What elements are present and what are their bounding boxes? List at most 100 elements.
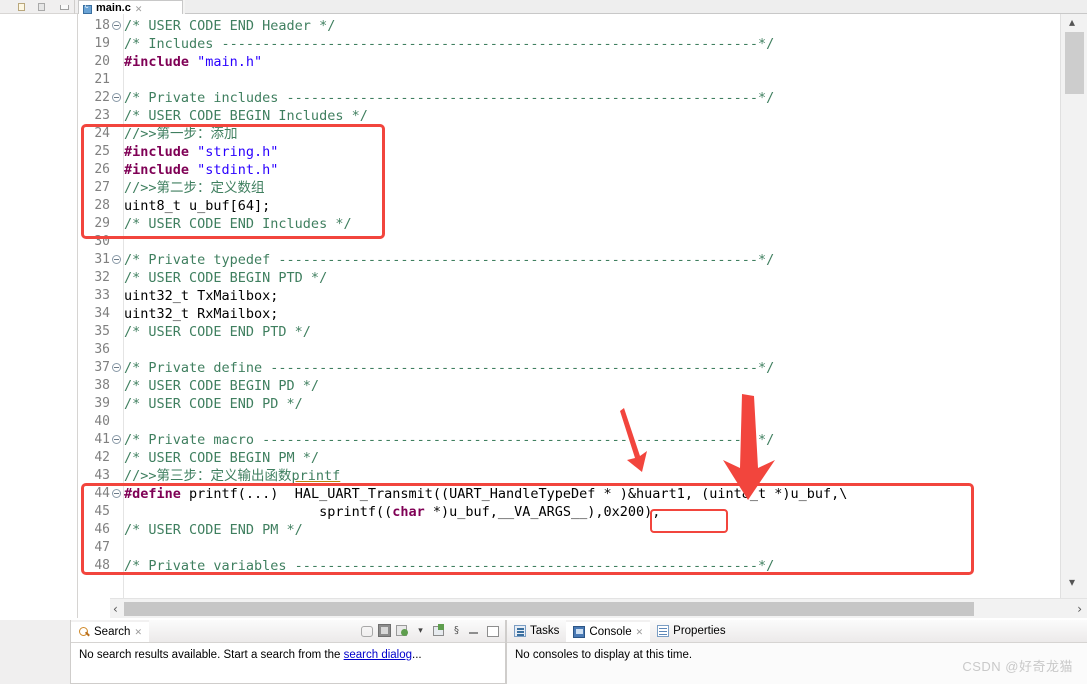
code-line[interactable]: #include "stdint.h" bbox=[124, 161, 278, 179]
line-number: 36 bbox=[94, 342, 110, 357]
line-number-gutter: 18 19 20 21 22 23 24 25 26 27 28 29 30 31 32 33 34 35 36 37… bbox=[78, 14, 124, 598]
tab-search[interactable]: Search ✕ bbox=[71, 620, 149, 642]
view-menu-icon[interactable]: ▾ bbox=[414, 624, 427, 637]
vertical-scroll-thumb[interactable] bbox=[1065, 32, 1084, 94]
code-line[interactable]: #include "string.h" bbox=[124, 143, 278, 161]
code-line[interactable]: #define printf(...) HAL_UART_Transmit((U… bbox=[124, 485, 847, 503]
code-line[interactable]: //>>第二步：定义数组 bbox=[124, 179, 265, 197]
minimize-icon[interactable] bbox=[468, 624, 481, 637]
editor-tab-main-c[interactable]: main.c ✕ bbox=[78, 0, 183, 14]
code-line[interactable]: /* Private typedef ---------------------… bbox=[124, 251, 774, 269]
search-dialog-link[interactable]: search dialog bbox=[344, 649, 412, 661]
code-line[interactable]: //>>第一步：添加 bbox=[124, 125, 238, 143]
horizontal-scroll-thumb[interactable] bbox=[124, 602, 974, 616]
close-icon[interactable]: ✕ bbox=[134, 627, 142, 638]
code-token: #include bbox=[124, 144, 198, 160]
search-panel: Search ✕ ▾ § No search results available… bbox=[70, 620, 506, 684]
scroll-down-arrow[interactable]: ▾ bbox=[1069, 574, 1075, 590]
code-line[interactable]: /* Private includes --------------------… bbox=[124, 89, 774, 107]
line-number: 37 bbox=[94, 360, 110, 375]
code-line[interactable]: /* USER CODE BEGIN Includes */ bbox=[124, 107, 368, 125]
code-line[interactable]: sprintf((char *)u_buf,__VA_ARGS__),0x200… bbox=[124, 503, 660, 521]
code-line[interactable]: uint32_t TxMailbox; bbox=[124, 287, 278, 305]
line-number: 33 bbox=[94, 288, 110, 303]
toolbar-icon-1[interactable] bbox=[18, 3, 25, 11]
code-line[interactable]: /* USER CODE END PD */ bbox=[124, 395, 303, 413]
line-number: 22 bbox=[94, 90, 110, 105]
code-line[interactable]: /* USER CODE END PM */ bbox=[124, 521, 303, 539]
code-line[interactable]: /* Private define ----------------------… bbox=[124, 359, 774, 377]
red-box-huart1 bbox=[650, 509, 728, 533]
watermark: CSDN @好奇龙猫 bbox=[962, 659, 1073, 674]
code-line[interactable]: /* Private variables -------------------… bbox=[124, 557, 774, 575]
run-icon[interactable] bbox=[396, 624, 409, 637]
code-line[interactable]: /* Private macro -----------------------… bbox=[124, 431, 774, 449]
line-number: 29 bbox=[94, 216, 110, 231]
top-strip: main.c ✕ bbox=[0, 0, 1087, 14]
code-line[interactable]: #include "main.h" bbox=[124, 53, 262, 71]
tab-search-label: Search bbox=[94, 626, 131, 638]
line-number: 48 bbox=[94, 558, 110, 573]
code-line[interactable]: /* USER CODE BEGIN PM */ bbox=[124, 449, 319, 467]
editor-vertical-scrollbar[interactable]: ▴ ▾ bbox=[1060, 14, 1087, 598]
line-number: 39 bbox=[94, 396, 110, 411]
fold-toggle-icon[interactable] bbox=[112, 489, 121, 498]
minimize-icon[interactable] bbox=[60, 5, 69, 10]
fold-toggle-icon[interactable] bbox=[112, 363, 121, 372]
scroll-up-arrow[interactable]: ▴ bbox=[1069, 14, 1075, 30]
close-icon[interactable]: ✕ bbox=[135, 4, 143, 14]
line-number: 25 bbox=[94, 144, 110, 159]
search-results-message: No search results available. Start a sea… bbox=[71, 643, 505, 683]
pin-icon[interactable] bbox=[360, 624, 373, 637]
close-icon[interactable]: ✕ bbox=[636, 627, 644, 638]
fold-toggle-icon[interactable] bbox=[112, 93, 121, 102]
line-number: 42 bbox=[94, 450, 110, 465]
tab-properties[interactable]: Properties bbox=[650, 620, 732, 642]
maximize-icon[interactable] bbox=[486, 624, 499, 637]
code-line[interactable]: //>>第三步：定义输出函数printf bbox=[124, 467, 340, 485]
line-number: 43 bbox=[94, 468, 110, 483]
editor-horizontal-scrollbar[interactable]: ‹ › bbox=[110, 598, 1087, 618]
code-token: #include bbox=[124, 162, 198, 178]
code-token: /* Includes ----------------------------… bbox=[124, 36, 775, 52]
code-token: #define bbox=[124, 486, 190, 502]
code-token: uint8_t u_buf[64]; bbox=[124, 198, 271, 214]
code-token: "main.h" bbox=[197, 54, 263, 70]
scroll-right-arrow[interactable]: › bbox=[1077, 601, 1082, 617]
fold-toggle-icon[interactable] bbox=[112, 435, 121, 444]
tab-console[interactable]: Console ✕ bbox=[566, 620, 651, 642]
code-line[interactable]: /* Includes ----------------------------… bbox=[124, 35, 774, 53]
new-search-icon[interactable] bbox=[432, 624, 445, 637]
code-line[interactable]: uint32_t RxMailbox; bbox=[124, 305, 278, 323]
c-file-icon bbox=[83, 3, 92, 14]
code-line[interactable]: /* USER CODE END PTD */ bbox=[124, 323, 311, 341]
fold-toggle-icon[interactable] bbox=[112, 21, 121, 30]
search-message-suffix: ... bbox=[412, 649, 422, 661]
toolbar-icon-2[interactable] bbox=[38, 3, 45, 11]
code-token: /* Private macro -----------------------… bbox=[124, 432, 775, 448]
code-token: *)u_buf,__VA_ARGS__),0x200); bbox=[424, 504, 661, 520]
line-number: 20 bbox=[94, 54, 110, 69]
code-line[interactable]: uint8_t u_buf[64]; bbox=[124, 197, 270, 215]
line-number: 18 bbox=[94, 18, 110, 33]
code-editor[interactable]: 18 19 20 21 22 23 24 25 26 27 28 29 30 31 32 33 34 35 36 37… bbox=[78, 14, 1060, 598]
code-line[interactable]: /* USER CODE END Header */ bbox=[124, 17, 335, 35]
fold-toggle-icon[interactable] bbox=[112, 255, 121, 264]
search-tab-row: Search ✕ ▾ § bbox=[71, 620, 505, 643]
scroll-left-arrow[interactable]: ‹ bbox=[113, 601, 118, 617]
code-token: /* USER CODE BEGIN PD */ bbox=[124, 378, 320, 394]
tasks-icon bbox=[514, 625, 526, 637]
code-line[interactable]: /* USER CODE END Includes */ bbox=[124, 215, 352, 233]
options-icon[interactable]: § bbox=[450, 624, 463, 637]
code-token: printf bbox=[291, 468, 341, 484]
toolbar-fragment bbox=[0, 0, 78, 14]
tab-tasks[interactable]: Tasks bbox=[507, 620, 566, 642]
stop-icon[interactable] bbox=[378, 624, 391, 637]
line-number: 38 bbox=[94, 378, 110, 393]
code-token: /* USER CODE END PTD */ bbox=[124, 324, 311, 340]
code-line[interactable]: /* USER CODE BEGIN PD */ bbox=[124, 377, 319, 395]
line-number: 26 bbox=[94, 162, 110, 177]
search-message-prefix: No search results available. Start a sea… bbox=[79, 649, 344, 661]
code-token: char bbox=[392, 504, 425, 520]
code-line[interactable]: /* USER CODE BEGIN PTD */ bbox=[124, 269, 327, 287]
